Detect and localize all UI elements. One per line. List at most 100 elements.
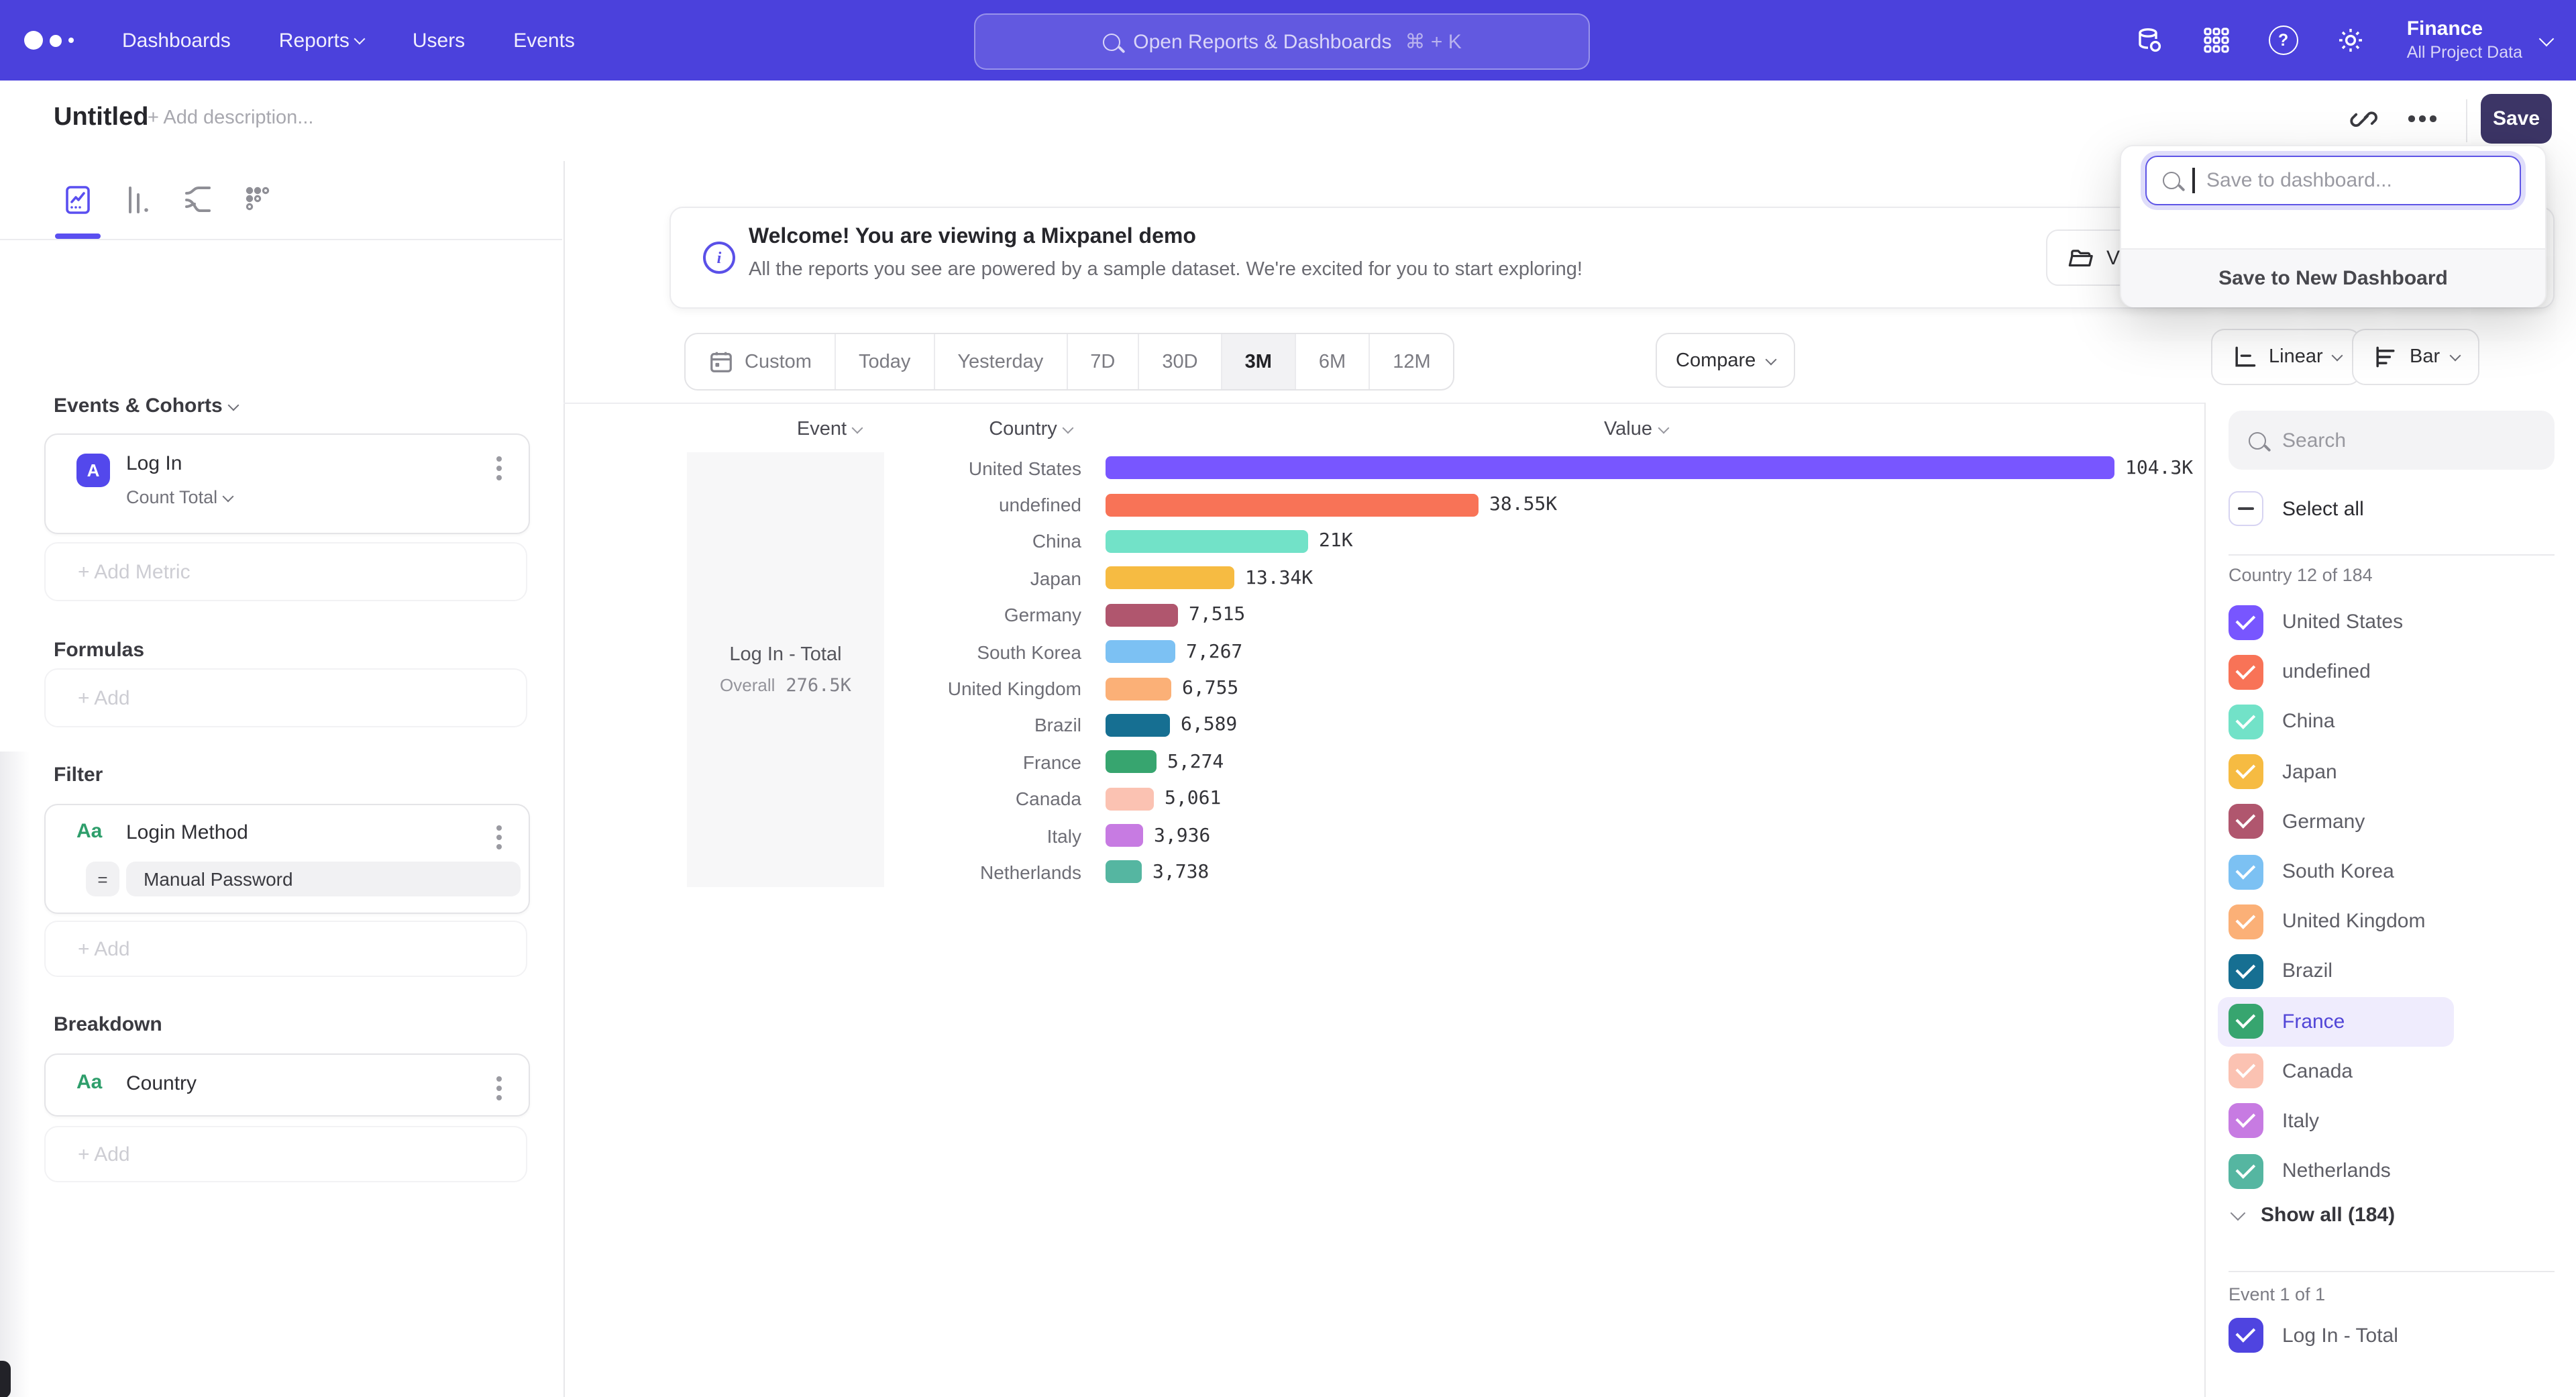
- add-formula-button[interactable]: + Add: [44, 668, 527, 727]
- mixpanel-insights-report: Dashboards Reports Users Events Open Rep…: [0, 0, 2576, 1397]
- time-range-today[interactable]: Today: [835, 334, 933, 389]
- legend-checkbox[interactable]: [2229, 1004, 2263, 1039]
- data-management-icon[interactable]: [2133, 24, 2165, 56]
- chart-bar[interactable]: [1106, 787, 1154, 810]
- kebab-menu-icon[interactable]: [496, 825, 502, 831]
- copy-link-icon[interactable]: [2348, 103, 2380, 136]
- nav-events[interactable]: Events: [513, 29, 575, 52]
- report-title[interactable]: Untitled: [54, 103, 148, 133]
- chart-bar[interactable]: [1106, 567, 1234, 590]
- legend-row-undefined[interactable]: undefined: [2218, 647, 2553, 696]
- event-checkbox[interactable]: [2229, 1318, 2263, 1353]
- chart-bar[interactable]: [1106, 714, 1170, 737]
- time-range-custom[interactable]: Custom: [686, 334, 835, 389]
- legend-row-japan[interactable]: Japan: [2218, 747, 2553, 796]
- legend-search-input[interactable]: Search: [2229, 411, 2555, 470]
- event-legend-row[interactable]: Log In - Total: [2229, 1318, 2398, 1353]
- legend-checkbox[interactable]: [2229, 655, 2263, 690]
- time-range-3m[interactable]: 3M: [1221, 334, 1295, 389]
- chart-type-button[interactable]: Bar: [2352, 329, 2479, 385]
- time-range-6m[interactable]: 6M: [1295, 334, 1368, 389]
- tab-funnels[interactable]: [115, 177, 161, 223]
- kebab-menu-icon[interactable]: [496, 456, 502, 462]
- more-options-icon[interactable]: [2408, 115, 2414, 121]
- legend-row-china[interactable]: China: [2218, 697, 2553, 747]
- time-range-30d[interactable]: 30D: [1138, 334, 1220, 389]
- mixpanel-logo-icon[interactable]: [24, 31, 74, 50]
- legend-row-italy[interactable]: Italy: [2218, 1096, 2553, 1146]
- select-all-row[interactable]: Select all: [2229, 491, 2364, 526]
- legend-row-canada[interactable]: Canada: [2218, 1046, 2553, 1096]
- column-header-country[interactable]: Country: [950, 419, 1111, 440]
- legend-row-south-korea[interactable]: South Korea: [2218, 847, 2553, 896]
- global-search[interactable]: Open Reports & Dashboards ⌘ + K: [974, 13, 1590, 70]
- add-filter-button[interactable]: + Add: [44, 921, 527, 977]
- legend-checkbox[interactable]: [2229, 1054, 2263, 1089]
- breakdown-card[interactable]: Aa Country: [44, 1053, 530, 1117]
- legend-row-brazil[interactable]: Brazil: [2218, 947, 2553, 996]
- legend-checkbox[interactable]: [2229, 954, 2263, 989]
- chart-bar[interactable]: [1106, 751, 1157, 774]
- legend-checkbox[interactable]: [2229, 1104, 2263, 1139]
- add-metric-button[interactable]: + Add Metric: [44, 542, 527, 601]
- column-header-event[interactable]: Event: [749, 419, 910, 440]
- divider: [2466, 99, 2467, 142]
- settings-gear-icon[interactable]: [2334, 24, 2367, 56]
- apps-grid-icon[interactable]: [2200, 24, 2233, 56]
- show-all-toggle[interactable]: Show all (184): [2233, 1204, 2395, 1227]
- nav-reports[interactable]: Reports: [279, 29, 364, 52]
- linear-scale-button[interactable]: Linear: [2211, 329, 2362, 385]
- save-button[interactable]: Save: [2481, 94, 2552, 144]
- filter-property-name[interactable]: Login Method: [126, 821, 248, 844]
- column-header-value[interactable]: Value: [1555, 419, 1716, 440]
- kebab-menu-icon[interactable]: [496, 1076, 502, 1082]
- bar-value-label: 21K: [1319, 531, 1353, 552]
- events-cohorts-heading[interactable]: Events & Cohorts: [54, 395, 237, 417]
- chart-bar[interactable]: [1106, 640, 1175, 663]
- filter-value[interactable]: Manual Password: [126, 862, 521, 896]
- legend-row-united-states[interactable]: United States: [2218, 597, 2553, 647]
- add-breakdown-button[interactable]: + Add: [44, 1126, 527, 1182]
- event-letter-badge: A: [76, 454, 110, 487]
- select-all-checkbox[interactable]: [2229, 491, 2263, 526]
- time-range-yesterday[interactable]: Yesterday: [933, 334, 1066, 389]
- event-name[interactable]: Log In: [126, 452, 182, 475]
- legend-row-germany[interactable]: Germany: [2218, 797, 2553, 847]
- filter-card[interactable]: Aa Login Method = Manual Password: [44, 804, 530, 914]
- tab-insights[interactable]: [55, 177, 101, 223]
- legend-checkbox[interactable]: [2229, 854, 2263, 889]
- save-to-dashboard-input[interactable]: Save to dashboard...: [2145, 156, 2521, 205]
- chart-bar[interactable]: [1106, 604, 1178, 627]
- chart-bar[interactable]: [1106, 493, 1479, 516]
- nav-users[interactable]: Users: [413, 29, 465, 52]
- nav-dashboards[interactable]: Dashboards: [122, 29, 231, 52]
- legend-checkbox[interactable]: [2229, 605, 2263, 639]
- time-range-7d[interactable]: 7D: [1066, 334, 1138, 389]
- compare-button[interactable]: Compare: [1656, 333, 1794, 388]
- event-card[interactable]: A Log In Count Total: [44, 433, 530, 534]
- add-description[interactable]: + Add description...: [148, 107, 313, 129]
- save-to-new-dashboard-button[interactable]: Save to New Dashboard: [2121, 248, 2545, 307]
- chart-bar[interactable]: [1106, 677, 1171, 700]
- legend-checkbox[interactable]: [2229, 805, 2263, 839]
- tab-retention[interactable]: [236, 177, 282, 223]
- legend-row-netherlands[interactable]: Netherlands: [2218, 1146, 2553, 1196]
- tab-flows[interactable]: [176, 177, 221, 223]
- help-icon[interactable]: ?: [2267, 24, 2300, 56]
- chart-bar[interactable]: [1106, 530, 1308, 553]
- legend-label: undefined: [2282, 661, 2371, 684]
- breakdown-property-name[interactable]: Country: [126, 1072, 197, 1095]
- chart-bar[interactable]: [1106, 456, 2114, 479]
- legend-checkbox[interactable]: [2229, 754, 2263, 789]
- legend-row-united-kingdom[interactable]: United Kingdom: [2218, 896, 2553, 946]
- legend-checkbox[interactable]: [2229, 904, 2263, 939]
- chart-bar[interactable]: [1106, 861, 1142, 884]
- time-range-12m[interactable]: 12M: [1368, 334, 1453, 389]
- legend-checkbox[interactable]: [2229, 1153, 2263, 1188]
- legend-row-france[interactable]: France: [2218, 996, 2454, 1046]
- chart-bar[interactable]: [1106, 824, 1143, 847]
- filter-operator[interactable]: =: [86, 862, 119, 896]
- project-switcher[interactable]: Finance All Project Data: [2402, 17, 2552, 64]
- legend-checkbox[interactable]: [2229, 705, 2263, 739]
- event-metric[interactable]: Count Total: [126, 487, 232, 507]
